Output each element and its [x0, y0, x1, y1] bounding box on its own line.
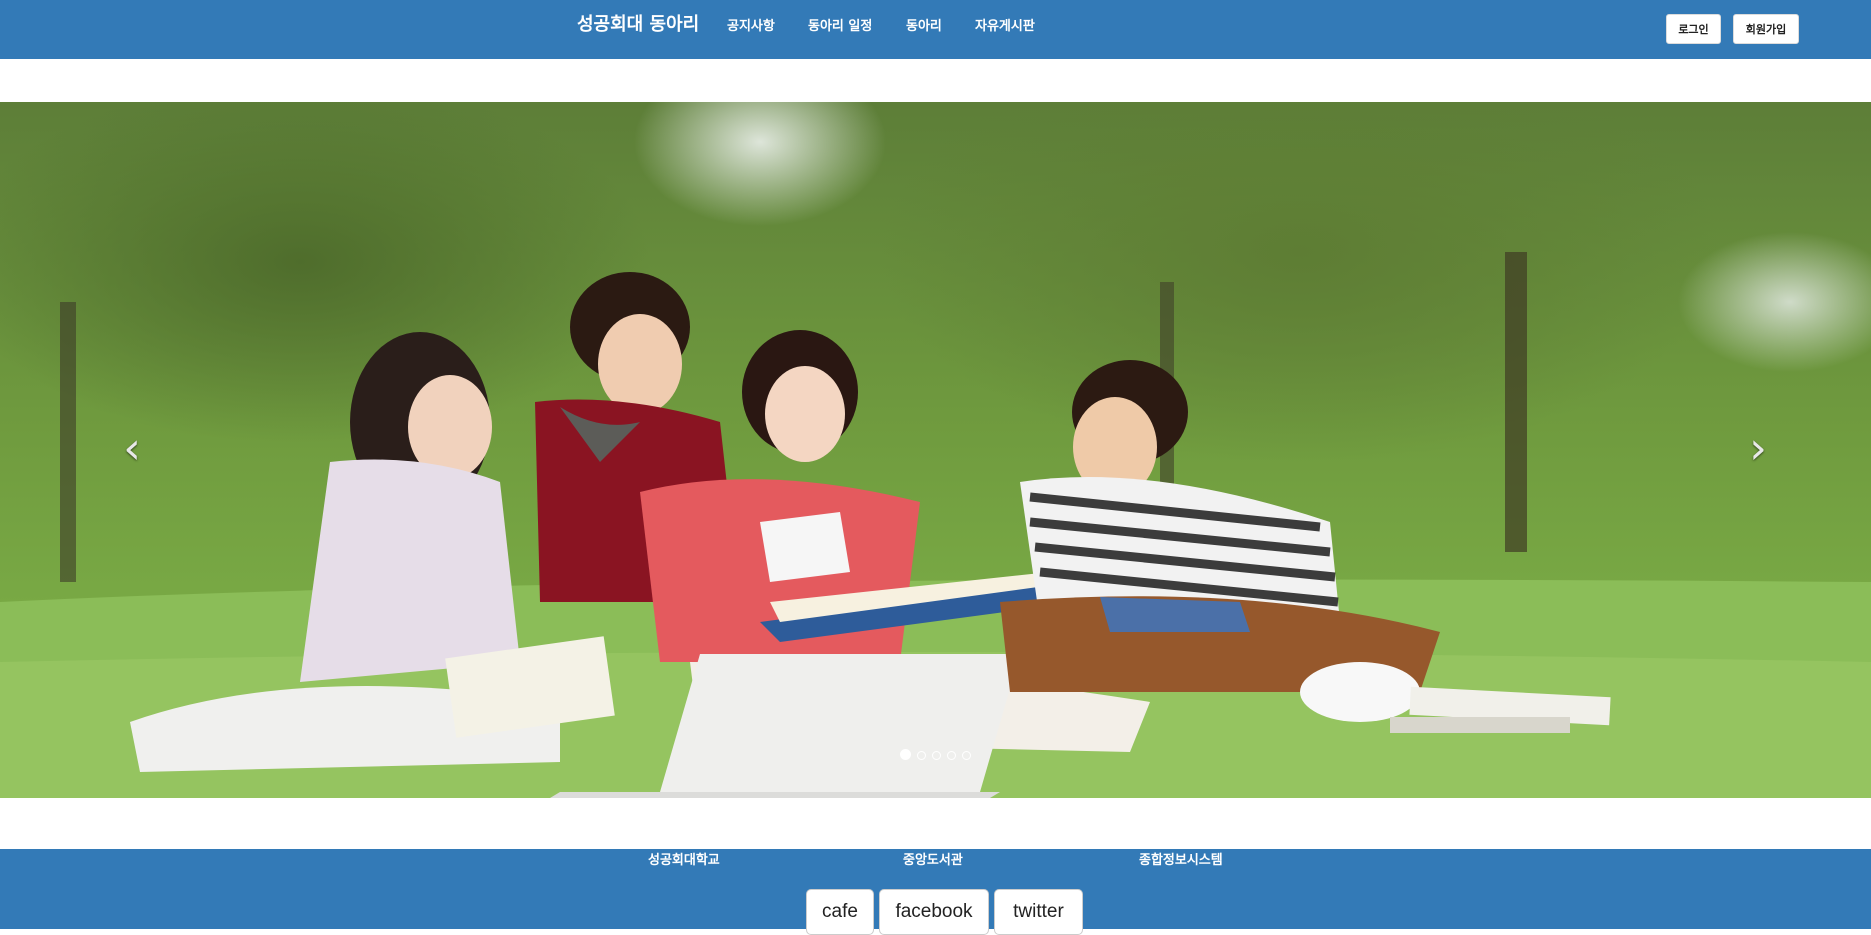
site-brand[interactable]: 성공회대 동아리: [577, 10, 699, 36]
nav-item-club-schedule[interactable]: 동아리 일정: [808, 15, 872, 34]
login-button[interactable]: 로그인: [1666, 14, 1721, 44]
carousel-prev-control[interactable]: ‹: [112, 424, 152, 474]
cafe-button[interactable]: cafe: [806, 889, 874, 935]
chevron-right-icon: ›: [1749, 423, 1767, 474]
site-footer: 성공회대학교 중앙도서관 종합정보시스템 cafe facebook twitt…: [0, 849, 1871, 935]
carousel-indicators: [0, 749, 1871, 762]
nav-item-free-board[interactable]: 자유게시판: [975, 15, 1035, 34]
carousel-next-control[interactable]: ›: [1738, 424, 1778, 474]
top-navbar: 성공회대 동아리 공지사항 동아리 일정 동아리 자유게시판 로그인 회원가입: [0, 0, 1871, 59]
carousel-indicator[interactable]: [917, 751, 926, 760]
twitter-button[interactable]: twitter: [994, 889, 1083, 935]
chevron-left-icon: ‹: [123, 423, 141, 474]
image-carousel: ‹ ›: [0, 102, 1871, 798]
signup-button[interactable]: 회원가입: [1733, 14, 1799, 44]
footer-link-university[interactable]: 성공회대학교: [648, 849, 720, 868]
carousel-indicator[interactable]: [932, 751, 941, 760]
nav-item-notice[interactable]: 공지사항: [727, 15, 775, 34]
carousel-indicator[interactable]: [947, 751, 956, 760]
carousel-indicator[interactable]: [900, 749, 911, 760]
facebook-button[interactable]: facebook: [879, 889, 989, 935]
footer-link-library[interactable]: 중앙도서관: [903, 849, 963, 868]
carousel-slide-photo: [0, 252, 1871, 798]
carousel-indicator[interactable]: [962, 751, 971, 760]
nav-item-clubs[interactable]: 동아리: [906, 15, 942, 34]
footer-link-info-system[interactable]: 종합정보시스템: [1139, 849, 1223, 868]
